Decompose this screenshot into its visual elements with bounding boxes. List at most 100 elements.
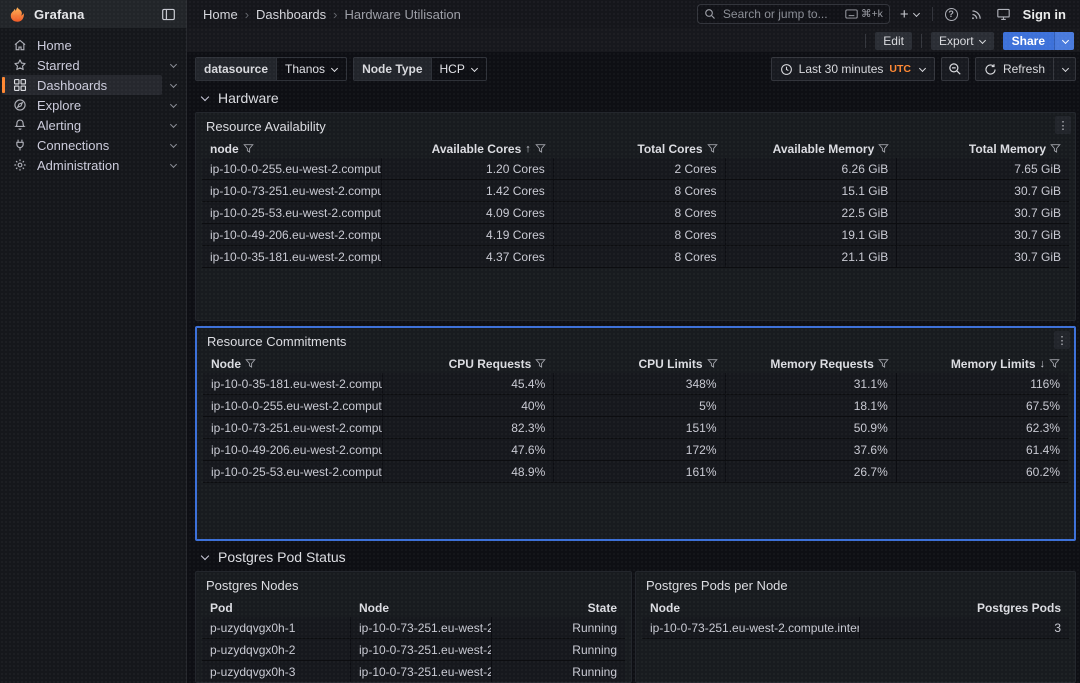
sign-in-button[interactable]: Sign in	[1023, 7, 1066, 22]
column-header-memory-requests[interactable]: Memory Requests	[726, 354, 897, 373]
share-menu-button[interactable]	[1054, 32, 1074, 50]
search-icon	[704, 8, 716, 20]
sidebar-item-home[interactable]: Home	[2, 35, 162, 55]
brand-name: Grafana	[34, 7, 85, 22]
chevron-down-icon[interactable]	[170, 160, 177, 167]
chevron-down-icon[interactable]	[170, 100, 177, 107]
filter-funnel-icon[interactable]	[707, 143, 718, 154]
breadcrumb-home[interactable]: Home	[203, 7, 238, 22]
node-type-select[interactable]: HCP	[432, 62, 486, 76]
panel-title[interactable]: Postgres Pods per Node	[646, 578, 788, 593]
filter-funnel-icon[interactable]	[878, 358, 889, 369]
table-row: p-uzydqvgx0h-2ip-10-0-73-251.eu-west-2.c…	[202, 639, 625, 661]
filter-funnel-icon[interactable]	[535, 143, 546, 154]
breadcrumb-separator: ›	[245, 7, 249, 22]
sidebar-item-label: Starred	[37, 58, 80, 73]
breadcrumb-dashboards[interactable]: Dashboards	[256, 7, 326, 22]
column-header-pod[interactable]: Pod	[202, 598, 351, 617]
column-header-node[interactable]: Node	[203, 354, 383, 373]
filter-funnel-icon[interactable]	[243, 143, 254, 154]
panel-resource-commitments: Resource Commitments ⋮ NodeCPU RequestsC…	[195, 326, 1076, 541]
panel-menu-icon[interactable]: ⋮	[1054, 331, 1070, 349]
filter-funnel-icon[interactable]	[245, 358, 256, 369]
sidebar-item-alerting[interactable]: Alerting	[2, 115, 162, 135]
table-cell: 47.6%	[383, 439, 554, 460]
nav-right: Home › Dashboards › Hardware Utilisation…	[187, 0, 1080, 28]
section-postgres-pod-status[interactable]: Postgres Pod Status	[199, 547, 1076, 567]
sidebar-toggle-icon[interactable]	[161, 7, 176, 22]
new-menu-button[interactable]: +	[900, 6, 920, 23]
table-header-row: nodeAvailable Cores↑Total CoresAvailable…	[202, 139, 1069, 158]
chevron-down-icon[interactable]	[170, 80, 177, 87]
active-indicator	[2, 77, 5, 93]
search-text-field[interactable]	[721, 6, 840, 22]
dashboards-grid-icon	[12, 78, 27, 92]
table-row: ip-10-0-25-53.eu-west-2.compute.internal…	[202, 202, 1069, 224]
filter-funnel-icon[interactable]	[1049, 358, 1060, 369]
table-cell: 8 Cores	[554, 202, 726, 223]
column-header-total-memory[interactable]: Total Memory	[897, 139, 1069, 158]
variable-node-type: Node Type HCP	[353, 57, 487, 81]
filter-funnel-icon[interactable]	[1050, 143, 1061, 154]
sidebar-item-starred[interactable]: Starred	[2, 55, 162, 75]
keyboard-icon	[845, 9, 858, 19]
panel-title[interactable]: Postgres Nodes	[206, 578, 299, 593]
home-icon	[12, 38, 27, 52]
column-header-available-cores[interactable]: Available Cores↑	[382, 139, 554, 158]
table-cell: ip-10-0-73-251.eu-west-2.compute.interna…	[351, 639, 492, 660]
chevron-down-icon[interactable]	[170, 120, 177, 127]
search-input[interactable]: ⌘+k	[697, 4, 890, 24]
export-button[interactable]: Export	[931, 32, 994, 50]
table-row: ip-10-0-35-181.eu-west-2.compute.interna…	[202, 246, 1069, 268]
star-icon	[12, 58, 27, 72]
filter-funnel-icon[interactable]	[707, 358, 718, 369]
datasource-select[interactable]: Thanos	[277, 62, 346, 76]
filter-funnel-icon[interactable]	[535, 358, 546, 369]
gear-icon	[12, 158, 27, 172]
edit-button[interactable]: Edit	[875, 32, 912, 50]
table-cell: 19.1 GiB	[726, 224, 898, 245]
chevron-down-icon	[979, 36, 986, 43]
table-row: ip-10-0-0-255.eu-west-2.compute.internal…	[203, 395, 1068, 417]
column-header-node[interactable]: Node	[351, 598, 492, 617]
table-cell: ip-10-0-25-53.eu-west-2.compute.internal	[203, 461, 383, 482]
column-header-cpu-requests[interactable]: CPU Requests	[383, 354, 554, 373]
table-cell: 30.7 GiB	[897, 246, 1069, 267]
column-header-memory-limits[interactable]: Memory Limits↓	[897, 354, 1068, 373]
postgres-nodes-table: PodNodeStatep-uzydqvgx0h-1ip-10-0-73-251…	[202, 598, 625, 683]
table-row: ip-10-0-35-181.eu-west-2.compute.interna…	[203, 373, 1068, 395]
filter-funnel-icon[interactable]	[878, 143, 889, 154]
news-rss-icon[interactable]	[970, 7, 984, 21]
panel-title[interactable]: Resource Commitments	[207, 334, 346, 349]
table-cell: 8 Cores	[554, 246, 726, 267]
monitor-icon[interactable]	[996, 7, 1011, 21]
time-range-picker[interactable]: Last 30 minutes UTC	[771, 57, 935, 81]
table-cell: 116%	[897, 373, 1068, 394]
refresh-interval-button[interactable]	[1054, 57, 1076, 81]
table-cell: 7.65 GiB	[897, 158, 1069, 179]
column-header-total-cores[interactable]: Total Cores	[554, 139, 726, 158]
grafana-logo-icon[interactable]	[9, 6, 26, 23]
sidebar-item-dashboards[interactable]: Dashboards	[2, 75, 162, 95]
chevron-down-icon[interactable]	[170, 140, 177, 147]
share-button[interactable]: Share	[1003, 32, 1054, 50]
panel-title[interactable]: Resource Availability	[206, 119, 326, 134]
refresh-button[interactable]: Refresh	[975, 57, 1054, 81]
sidebar: Home Starred DashboardsExploreAlertingConn…	[0, 28, 187, 683]
column-header-state[interactable]: State	[492, 598, 625, 617]
table-cell: 26.7%	[726, 461, 897, 482]
column-header-postgres-pods[interactable]: Postgres Pods	[860, 598, 1069, 617]
column-header-node[interactable]: node	[202, 139, 382, 158]
column-header-available-memory[interactable]: Available Memory	[726, 139, 898, 158]
panel-menu-icon[interactable]: ⋮	[1055, 116, 1071, 134]
zoom-out-icon[interactable]	[941, 57, 969, 81]
column-header-cpu-limits[interactable]: CPU Limits	[554, 354, 725, 373]
help-icon[interactable]: ?	[945, 8, 958, 21]
column-header-node[interactable]: Node	[642, 598, 860, 617]
sidebar-item-connections[interactable]: Connections	[2, 135, 162, 155]
section-hardware[interactable]: Hardware	[199, 88, 1076, 108]
chevron-down-icon[interactable]	[170, 60, 177, 67]
sidebar-item-administration[interactable]: Administration	[2, 155, 162, 175]
chevron-down-icon	[1062, 64, 1069, 71]
sidebar-item-explore[interactable]: Explore	[2, 95, 162, 115]
